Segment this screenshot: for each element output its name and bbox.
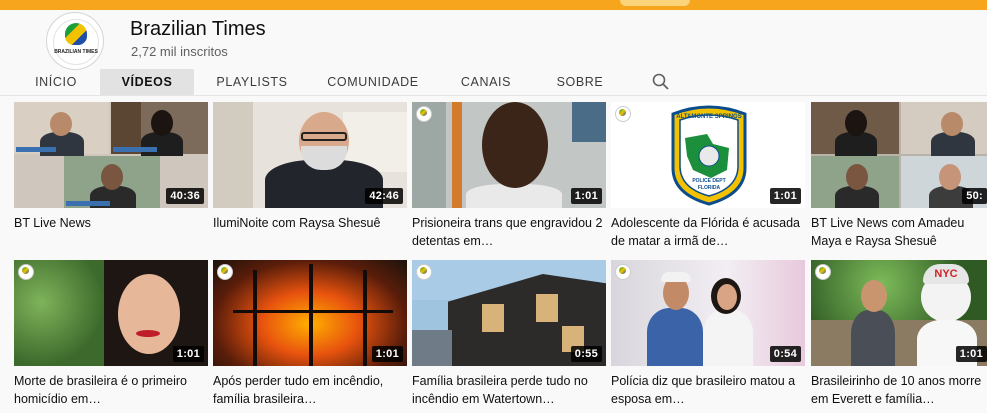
call-tile — [111, 102, 208, 156]
call-tile — [811, 156, 899, 208]
participant-head — [941, 112, 963, 136]
woman-face — [118, 274, 180, 354]
video-title-8[interactable]: Família brasileira perde tudo no incêndi… — [412, 372, 606, 408]
video-title-1[interactable]: BT Live News — [14, 214, 208, 232]
participant-namebar — [66, 201, 110, 206]
wall-shelf — [213, 102, 253, 208]
channel-watermark-icon — [416, 106, 432, 122]
search-icon[interactable] — [648, 69, 674, 95]
woman-body — [703, 310, 753, 366]
channel-watermark-icon — [815, 264, 831, 280]
channel-banner — [0, 0, 987, 10]
frame-beam — [233, 310, 393, 313]
video-duration: 1:01 — [172, 346, 204, 362]
tab-playlists[interactable]: PLAYLISTS — [206, 69, 298, 95]
video-thumbnail-8[interactable]: 0:55 — [412, 260, 606, 366]
video-title-2[interactable]: IlumiNoite com Raysa Shesuê — [213, 214, 407, 232]
video-thumbnail-9[interactable]: 0:54 — [611, 260, 805, 366]
video-duration: 40:36 — [166, 188, 204, 204]
video-title-9[interactable]: Polícia diz que brasileiro matou a espos… — [611, 372, 805, 408]
channel-watermark-icon — [18, 264, 34, 280]
avatar-wordmark: BRAZILIAN TIMES — [54, 49, 98, 55]
man-body — [647, 308, 703, 366]
video-thumbnail-1[interactable]: 40:36 — [14, 102, 208, 208]
neighbor-house — [412, 330, 452, 366]
video-duration: 0:55 — [570, 346, 602, 362]
tab-comunidade[interactable]: COMUNIDADE — [320, 69, 426, 95]
video-thumbnail-3[interactable]: 1:01 — [412, 102, 606, 208]
video-title-7[interactable]: Após perder tudo em incêndio, família br… — [213, 372, 407, 408]
video-title-3[interactable]: Prisioneira trans que engravidou 2 deten… — [412, 214, 606, 250]
channel-watermark-icon — [416, 264, 432, 280]
frame-beam — [309, 264, 313, 366]
call-tile — [64, 156, 160, 208]
channel-avatar[interactable]: BRAZILIAN TIMES — [46, 12, 104, 70]
participant-head — [846, 164, 868, 190]
video-thumbnail-7[interactable]: 1:01 — [213, 260, 407, 366]
channel-name[interactable]: Brazilian Times — [130, 18, 266, 41]
badge-text-top: ALTAMONTE SPRINGS — [676, 114, 742, 120]
video-duration: 0:54 — [769, 346, 801, 362]
channel-watermark-icon — [217, 264, 233, 280]
video-title-4[interactable]: Adolescente da Flórida é acusada de mata… — [611, 214, 805, 250]
banner-decoration — [620, 0, 690, 6]
boarded-window — [482, 304, 504, 332]
participant-head — [939, 164, 961, 190]
woman-face — [717, 284, 737, 310]
participant-namebar — [113, 147, 157, 152]
video-thumbnail-10[interactable]: NYC 1:01 — [811, 260, 987, 366]
badge-text-mid: POLICE DEPT — [692, 178, 726, 184]
call-tile — [901, 102, 987, 156]
boarded-window — [536, 294, 558, 322]
video-title-6[interactable]: Morte de brasileira é o primeiro homicíd… — [14, 372, 208, 408]
video-title-5[interactable]: BT Live News com Amadeu Maya e Raysa She… — [811, 214, 987, 250]
video-duration: 1:01 — [955, 346, 987, 362]
video-duration: 1:01 — [570, 188, 602, 204]
cap — [661, 272, 691, 282]
video-thumbnail-5[interactable]: 50: — [811, 102, 987, 208]
badge-text-bottom: FLORIDA — [697, 185, 721, 191]
call-tile — [14, 102, 109, 156]
tab-sobre[interactable]: SOBRE — [546, 69, 614, 95]
participant-head — [101, 164, 123, 190]
video-duration: 50: — [962, 188, 987, 204]
call-tile — [811, 102, 899, 156]
tabs-divider — [0, 95, 987, 96]
participant-head — [50, 112, 72, 136]
subscriber-count: 2,72 mil inscritos — [131, 44, 228, 59]
inmate-head — [482, 102, 548, 188]
lips — [136, 330, 160, 337]
video-duration: 42:46 — [365, 188, 403, 204]
tab-videos[interactable]: VÍDEOS — [100, 69, 194, 95]
video-title-10[interactable]: Brasileirinho de 10 anos morre em Everet… — [811, 372, 987, 408]
channel-watermark-icon — [615, 106, 631, 122]
channel-watermark-icon — [615, 264, 631, 280]
boy-body — [851, 310, 895, 366]
frame-beam — [363, 270, 367, 366]
participant-head — [845, 110, 867, 136]
video-thumbnail-2[interactable]: 42:46 — [213, 102, 407, 208]
boy-head — [861, 280, 887, 312]
video-thumbnail-6[interactable]: 1:01 — [14, 260, 208, 366]
glasses — [301, 132, 347, 141]
channel-tabs: INÍCIO VÍDEOS PLAYLISTS COMUNIDADE CANAI… — [0, 69, 987, 95]
brazil-shield-icon — [65, 23, 87, 45]
mascot-cap: NYC — [923, 264, 969, 284]
orange-pole — [452, 102, 462, 208]
tab-inicio[interactable]: INÍCIO — [20, 69, 92, 95]
frame-beam — [253, 270, 257, 366]
tab-canais[interactable]: CANAIS — [450, 69, 522, 95]
participant-namebar — [16, 147, 56, 152]
window-sign — [572, 102, 606, 142]
video-thumbnail-4[interactable]: ALTAMONTE SPRINGS POLICE DEPT FLORIDA 1:… — [611, 102, 805, 208]
video-duration: 1:01 — [769, 188, 801, 204]
video-duration: 1:01 — [371, 346, 403, 362]
participant-head — [151, 110, 173, 136]
